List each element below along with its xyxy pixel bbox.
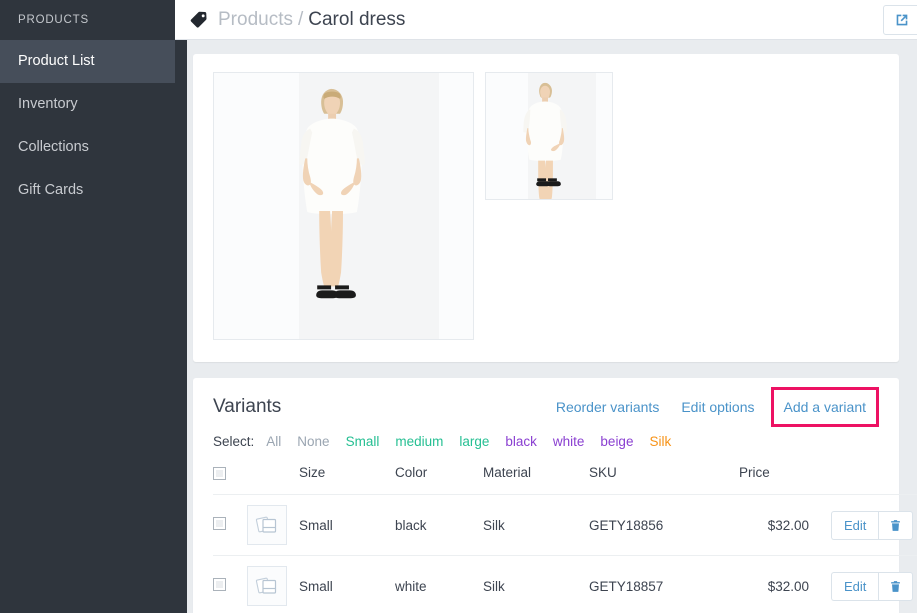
column-header-material: Material xyxy=(483,465,589,495)
row-size[interactable]: Small xyxy=(299,494,395,556)
sidebar-item-label: Gift Cards xyxy=(18,181,84,198)
table-row[interactable]: Small black Silk GETY18856 $32.00 Edit xyxy=(213,494,917,556)
table-row[interactable]: Small white Silk GETY18857 $32.00 Edit xyxy=(213,555,917,613)
row-select-cell xyxy=(213,555,247,613)
row-material[interactable]: Silk xyxy=(483,555,589,613)
row-action-group: Edit xyxy=(831,510,914,540)
select-option-none[interactable]: None xyxy=(297,434,329,449)
row-actions-cell: Edit xyxy=(831,494,917,556)
row-thumbnail-cell xyxy=(247,555,299,613)
breadcrumb-separator: / xyxy=(297,8,304,30)
variants-header: Variants Reorder variants Edit options A… xyxy=(213,387,879,427)
table-header-row: Size Color Material SKU Price xyxy=(213,465,917,495)
trash-icon xyxy=(889,580,902,593)
product-media-panel xyxy=(193,54,899,362)
sidebar-item-label: Product List xyxy=(18,53,95,69)
sidebar: PRODUCTS Product List Inventory Collecti… xyxy=(0,0,175,613)
column-header-size: Size xyxy=(299,465,395,495)
row-price: $32.00 xyxy=(739,555,831,613)
row-size[interactable]: Small xyxy=(299,555,395,613)
select-all-checkbox[interactable] xyxy=(213,466,226,480)
main-area: Products / Carol dress Variants Reorder … xyxy=(175,0,917,613)
row-color[interactable]: black xyxy=(395,494,483,556)
variants-title: Variants xyxy=(213,396,282,417)
model-figure-large xyxy=(214,73,473,339)
variants-panel: Variants Reorder variants Edit options A… xyxy=(193,378,917,613)
row-sku: GETY18857 xyxy=(589,555,739,613)
variants-table-body: Small black Silk GETY18856 $32.00 Edit S… xyxy=(213,494,917,613)
sidebar-item-inventory[interactable]: Inventory xyxy=(0,83,175,126)
column-header-color: Color xyxy=(395,465,483,495)
external-link-icon xyxy=(894,12,910,28)
reorder-variants-link[interactable]: Reorder variants xyxy=(556,399,660,415)
row-actions-cell: Edit xyxy=(831,555,917,613)
row-select-cell xyxy=(213,494,247,556)
row-color[interactable]: white xyxy=(395,555,483,613)
sidebar-item-product-list[interactable]: Product List xyxy=(0,40,175,83)
breadcrumb: Products / Carol dress xyxy=(218,9,405,31)
trash-icon xyxy=(889,519,902,532)
thumbnail-header xyxy=(247,465,299,495)
row-checkbox[interactable] xyxy=(213,578,226,591)
sidebar-item-label: Collections xyxy=(18,138,89,155)
select-option-small[interactable]: Small xyxy=(346,434,380,449)
row-price: $32.00 xyxy=(739,494,831,556)
variant-image-placeholder[interactable] xyxy=(247,566,287,606)
sidebar-edge xyxy=(175,0,187,613)
column-header-price: Price xyxy=(739,465,831,495)
select-option-beige[interactable]: beige xyxy=(600,434,633,449)
sidebar-item-gift-cards[interactable]: Gift Cards xyxy=(0,169,175,212)
product-thumbnail-image[interactable] xyxy=(485,72,613,200)
media-row xyxy=(213,72,879,340)
select-option-medium[interactable]: medium xyxy=(395,434,443,449)
row-material[interactable]: Silk xyxy=(483,494,589,556)
column-header-sku: SKU xyxy=(589,465,739,495)
topbar: Products / Carol dress xyxy=(175,0,917,40)
select-option-all[interactable]: All xyxy=(266,434,281,449)
sidebar-section-title: PRODUCTS xyxy=(18,14,89,26)
app-root: PRODUCTS Product List Inventory Collecti… xyxy=(0,0,917,613)
select-option-large[interactable]: large xyxy=(459,434,489,449)
external-link-button[interactable] xyxy=(883,4,917,35)
model-figure-small xyxy=(486,73,612,199)
tag-icon xyxy=(189,10,209,30)
edit-options-link[interactable]: Edit options xyxy=(681,399,754,415)
breadcrumb-root[interactable]: Products xyxy=(218,9,293,30)
content-scroll: Variants Reorder variants Edit options A… xyxy=(175,40,917,613)
row-thumbnail-cell xyxy=(247,494,299,556)
delete-button[interactable] xyxy=(878,571,914,601)
sidebar-item-label: Inventory xyxy=(18,95,78,112)
delete-button[interactable] xyxy=(878,510,914,540)
select-option-white[interactable]: white xyxy=(553,434,585,449)
add-a-variant-link[interactable]: Add a variant xyxy=(770,387,879,427)
select-option-black[interactable]: black xyxy=(505,434,537,449)
select-all-header xyxy=(213,465,247,495)
row-action-group: Edit xyxy=(831,571,914,601)
breadcrumb-current: Carol dress xyxy=(308,8,406,30)
variants-table-head: Size Color Material SKU Price xyxy=(213,465,917,495)
variants-table: Size Color Material SKU Price Small blac… xyxy=(213,465,917,613)
edit-button[interactable]: Edit xyxy=(831,571,879,601)
product-main-image[interactable] xyxy=(213,72,474,340)
edit-button[interactable]: Edit xyxy=(831,510,879,540)
row-checkbox[interactable] xyxy=(213,517,226,530)
select-label: Select: xyxy=(213,434,255,449)
row-sku: GETY18856 xyxy=(589,494,739,556)
column-header-actions xyxy=(831,465,917,495)
select-filter-row: Select: All None Small medium large blac… xyxy=(213,434,879,449)
select-option-silk[interactable]: Silk xyxy=(649,434,671,449)
sidebar-item-collections[interactable]: Collections xyxy=(0,126,175,169)
variant-image-placeholder[interactable] xyxy=(247,505,287,545)
